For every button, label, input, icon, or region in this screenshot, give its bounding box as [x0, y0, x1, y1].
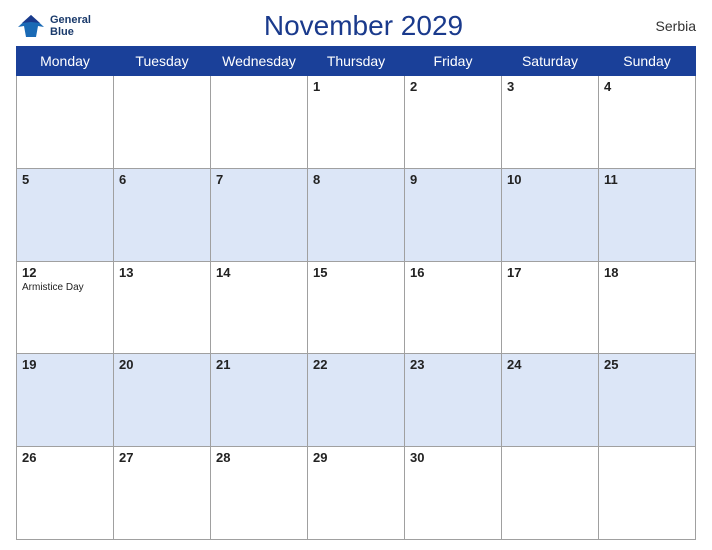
weekday-header-row: MondayTuesdayWednesdayThursdayFridaySatu… — [17, 47, 696, 76]
day-number: 10 — [507, 172, 593, 187]
weekday-header-wednesday: Wednesday — [211, 47, 308, 76]
day-number: 13 — [119, 265, 205, 280]
calendar-cell — [211, 76, 308, 169]
calendar-cell: 5 — [17, 168, 114, 261]
calendar-week-row: 19 20 21 22 23 24 25 — [17, 354, 696, 447]
weekday-header-thursday: Thursday — [308, 47, 405, 76]
day-number: 1 — [313, 79, 399, 94]
day-number: 4 — [604, 79, 690, 94]
day-number: 7 — [216, 172, 302, 187]
day-number: 14 — [216, 265, 302, 280]
top-bar: General Blue November 2029 Serbia — [16, 10, 696, 42]
calendar-cell: 12 Armistice Day — [17, 261, 114, 354]
calendar-cell: 7 — [211, 168, 308, 261]
weekday-header-friday: Friday — [405, 47, 502, 76]
calendar-cell: 26 — [17, 447, 114, 540]
weekday-header-monday: Monday — [17, 47, 114, 76]
calendar-cell — [17, 76, 114, 169]
calendar-cell: 2 — [405, 76, 502, 169]
calendar-week-row: 1234 — [17, 76, 696, 169]
calendar-week-row: 12 Armistice Day 13 14 15 16 17 18 — [17, 261, 696, 354]
day-number: 26 — [22, 450, 108, 465]
day-number: 28 — [216, 450, 302, 465]
calendar-cell: 14 — [211, 261, 308, 354]
calendar-cell: 23 — [405, 354, 502, 447]
calendar-week-row: 56789 10 11 — [17, 168, 696, 261]
day-number: 18 — [604, 265, 690, 280]
calendar-cell: 27 — [114, 447, 211, 540]
calendar-cell: 29 — [308, 447, 405, 540]
day-number: 5 — [22, 172, 108, 187]
day-number: 20 — [119, 357, 205, 372]
calendar-cell: 18 — [599, 261, 696, 354]
logo: General Blue — [16, 13, 91, 39]
weekday-header-saturday: Saturday — [502, 47, 599, 76]
calendar-cell: 28 — [211, 447, 308, 540]
calendar-cell: 17 — [502, 261, 599, 354]
day-number: 3 — [507, 79, 593, 94]
calendar-cell: 11 — [599, 168, 696, 261]
calendar-cell — [599, 447, 696, 540]
logo-text: General Blue — [50, 14, 91, 38]
calendar-cell: 10 — [502, 168, 599, 261]
calendar-cell: 4 — [599, 76, 696, 169]
calendar-cell: 15 — [308, 261, 405, 354]
calendar-cell: 1 — [308, 76, 405, 169]
calendar-cell: 30 — [405, 447, 502, 540]
day-number: 11 — [604, 172, 690, 187]
calendar-cell: 24 — [502, 354, 599, 447]
day-number: 29 — [313, 450, 399, 465]
calendar-cell — [502, 447, 599, 540]
day-number: 9 — [410, 172, 496, 187]
calendar-cell: 13 — [114, 261, 211, 354]
day-number: 8 — [313, 172, 399, 187]
day-number: 24 — [507, 357, 593, 372]
day-number: 16 — [410, 265, 496, 280]
calendar-cell — [114, 76, 211, 169]
day-number: 21 — [216, 357, 302, 372]
calendar-cell: 16 — [405, 261, 502, 354]
day-number: 2 — [410, 79, 496, 94]
day-number: 30 — [410, 450, 496, 465]
calendar-cell: 19 — [17, 354, 114, 447]
day-number: 22 — [313, 357, 399, 372]
calendar-week-row: 26 27 28 29 30 — [17, 447, 696, 540]
country-label: Serbia — [636, 18, 696, 34]
weekday-header-sunday: Sunday — [599, 47, 696, 76]
calendar-cell: 20 — [114, 354, 211, 447]
day-number: 17 — [507, 265, 593, 280]
calendar-table: MondayTuesdayWednesdayThursdayFridaySatu… — [16, 46, 696, 540]
day-number: 19 — [22, 357, 108, 372]
calendar-cell: 9 — [405, 168, 502, 261]
calendar-cell: 3 — [502, 76, 599, 169]
holiday-label: Armistice Day — [22, 282, 108, 293]
day-number: 23 — [410, 357, 496, 372]
calendar-cell: 21 — [211, 354, 308, 447]
calendar-cell: 6 — [114, 168, 211, 261]
day-number: 12 — [22, 265, 108, 280]
day-number: 6 — [119, 172, 205, 187]
day-number: 25 — [604, 357, 690, 372]
weekday-header-tuesday: Tuesday — [114, 47, 211, 76]
day-number: 15 — [313, 265, 399, 280]
calendar-cell: 25 — [599, 354, 696, 447]
logo-icon — [16, 13, 46, 39]
calendar-cell: 8 — [308, 168, 405, 261]
calendar-title: November 2029 — [91, 10, 636, 42]
day-number: 27 — [119, 450, 205, 465]
calendar-cell: 22 — [308, 354, 405, 447]
